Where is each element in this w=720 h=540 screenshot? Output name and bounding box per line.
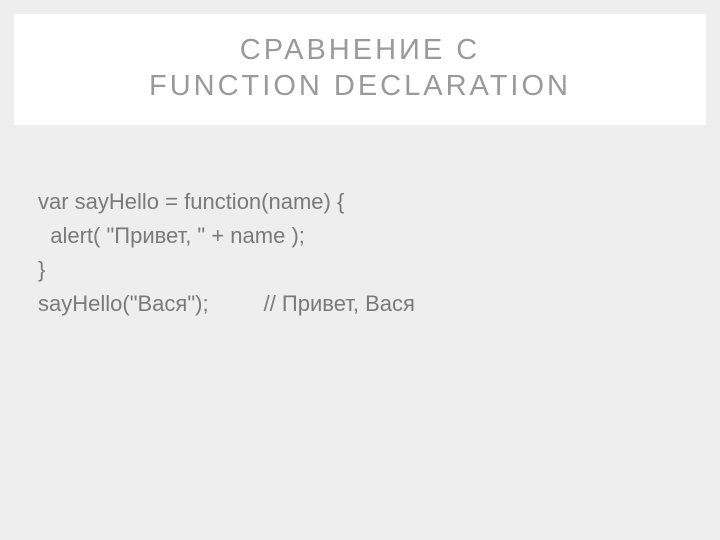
title-bar: СРАВНЕНИЕ С FUNCTION DECLARATION	[14, 14, 706, 125]
slide-title: СРАВНЕНИЕ С FUNCTION DECLARATION	[34, 32, 686, 105]
code-line-1: var sayHello = function(name) {	[38, 185, 682, 219]
slide: СРАВНЕНИЕ С FUNCTION DECLARATION var say…	[0, 14, 720, 540]
title-line-2: FUNCTION DECLARATION	[149, 70, 571, 102]
code-line-5: sayHello("Вася"); // Привет, Вася	[38, 287, 682, 321]
title-line-1: СРАВНЕНИЕ С	[240, 34, 480, 66]
code-line-3: }	[38, 253, 682, 287]
code-block: var sayHello = function(name) { alert( "…	[0, 125, 720, 321]
code-line-2: alert( "Привет, " + name );	[38, 219, 682, 253]
